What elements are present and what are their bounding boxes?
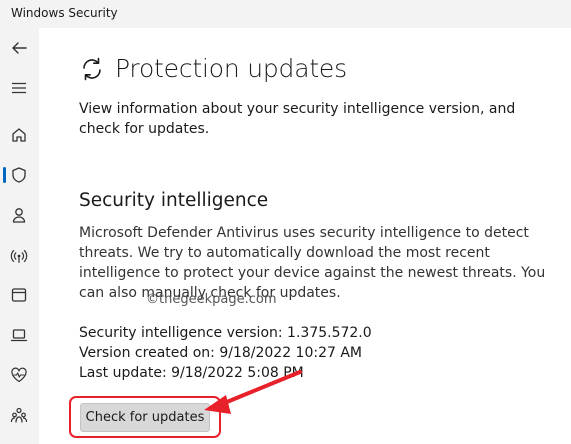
sidebar-item-app-browser[interactable] [4,280,34,310]
page-header: Protection updates [79,54,347,83]
page-title: Protection updates [115,54,347,83]
back-arrow-icon [12,42,27,54]
refresh-icon [83,57,101,80]
section-description: Microsoft Defender Antivirus uses securi… [79,225,546,301]
version-line: Security intelligence version: 1.375.572… [79,325,372,341]
page-description: View information about your security int… [79,101,516,137]
sidebar-item-device-performance[interactable] [4,360,34,390]
hamburger-menu-icon [12,82,26,94]
person-icon [12,208,26,223]
created-line: Version created on: 9/18/2022 10:27 AM [79,345,363,361]
watermark-text: ©thegeekpage.com [146,292,277,307]
browser-window-icon [11,288,27,302]
version-info: Security intelligence version: 1.375.572… [79,323,372,383]
shield-icon [12,167,26,183]
home-icon [12,128,26,142]
section-title: Security intelligence [79,190,269,211]
window-title: Windows Security [11,6,118,20]
sidebar-item-firewall[interactable] [4,241,34,271]
title-bar: Windows Security [0,0,571,28]
laptop-icon [10,329,28,342]
sidebar-item-virus-protection[interactable] [4,160,34,190]
family-icon [10,407,28,423]
sidebar-item-home[interactable] [4,120,34,150]
menu-button[interactable] [4,73,34,103]
sidebar [0,28,39,444]
check-for-updates-button[interactable]: Check for updates [80,403,210,432]
last-update-line: Last update: 9/18/2022 5:08 PM [79,365,304,381]
sidebar-item-device-security[interactable] [4,320,34,350]
sidebar-item-account[interactable] [4,200,34,230]
main-content: Protection updates View information abou… [39,28,571,444]
sidebar-item-family-options[interactable] [4,400,34,430]
back-button[interactable] [4,33,34,63]
wireless-icon [10,250,28,263]
heart-pulse-icon [11,367,27,383]
